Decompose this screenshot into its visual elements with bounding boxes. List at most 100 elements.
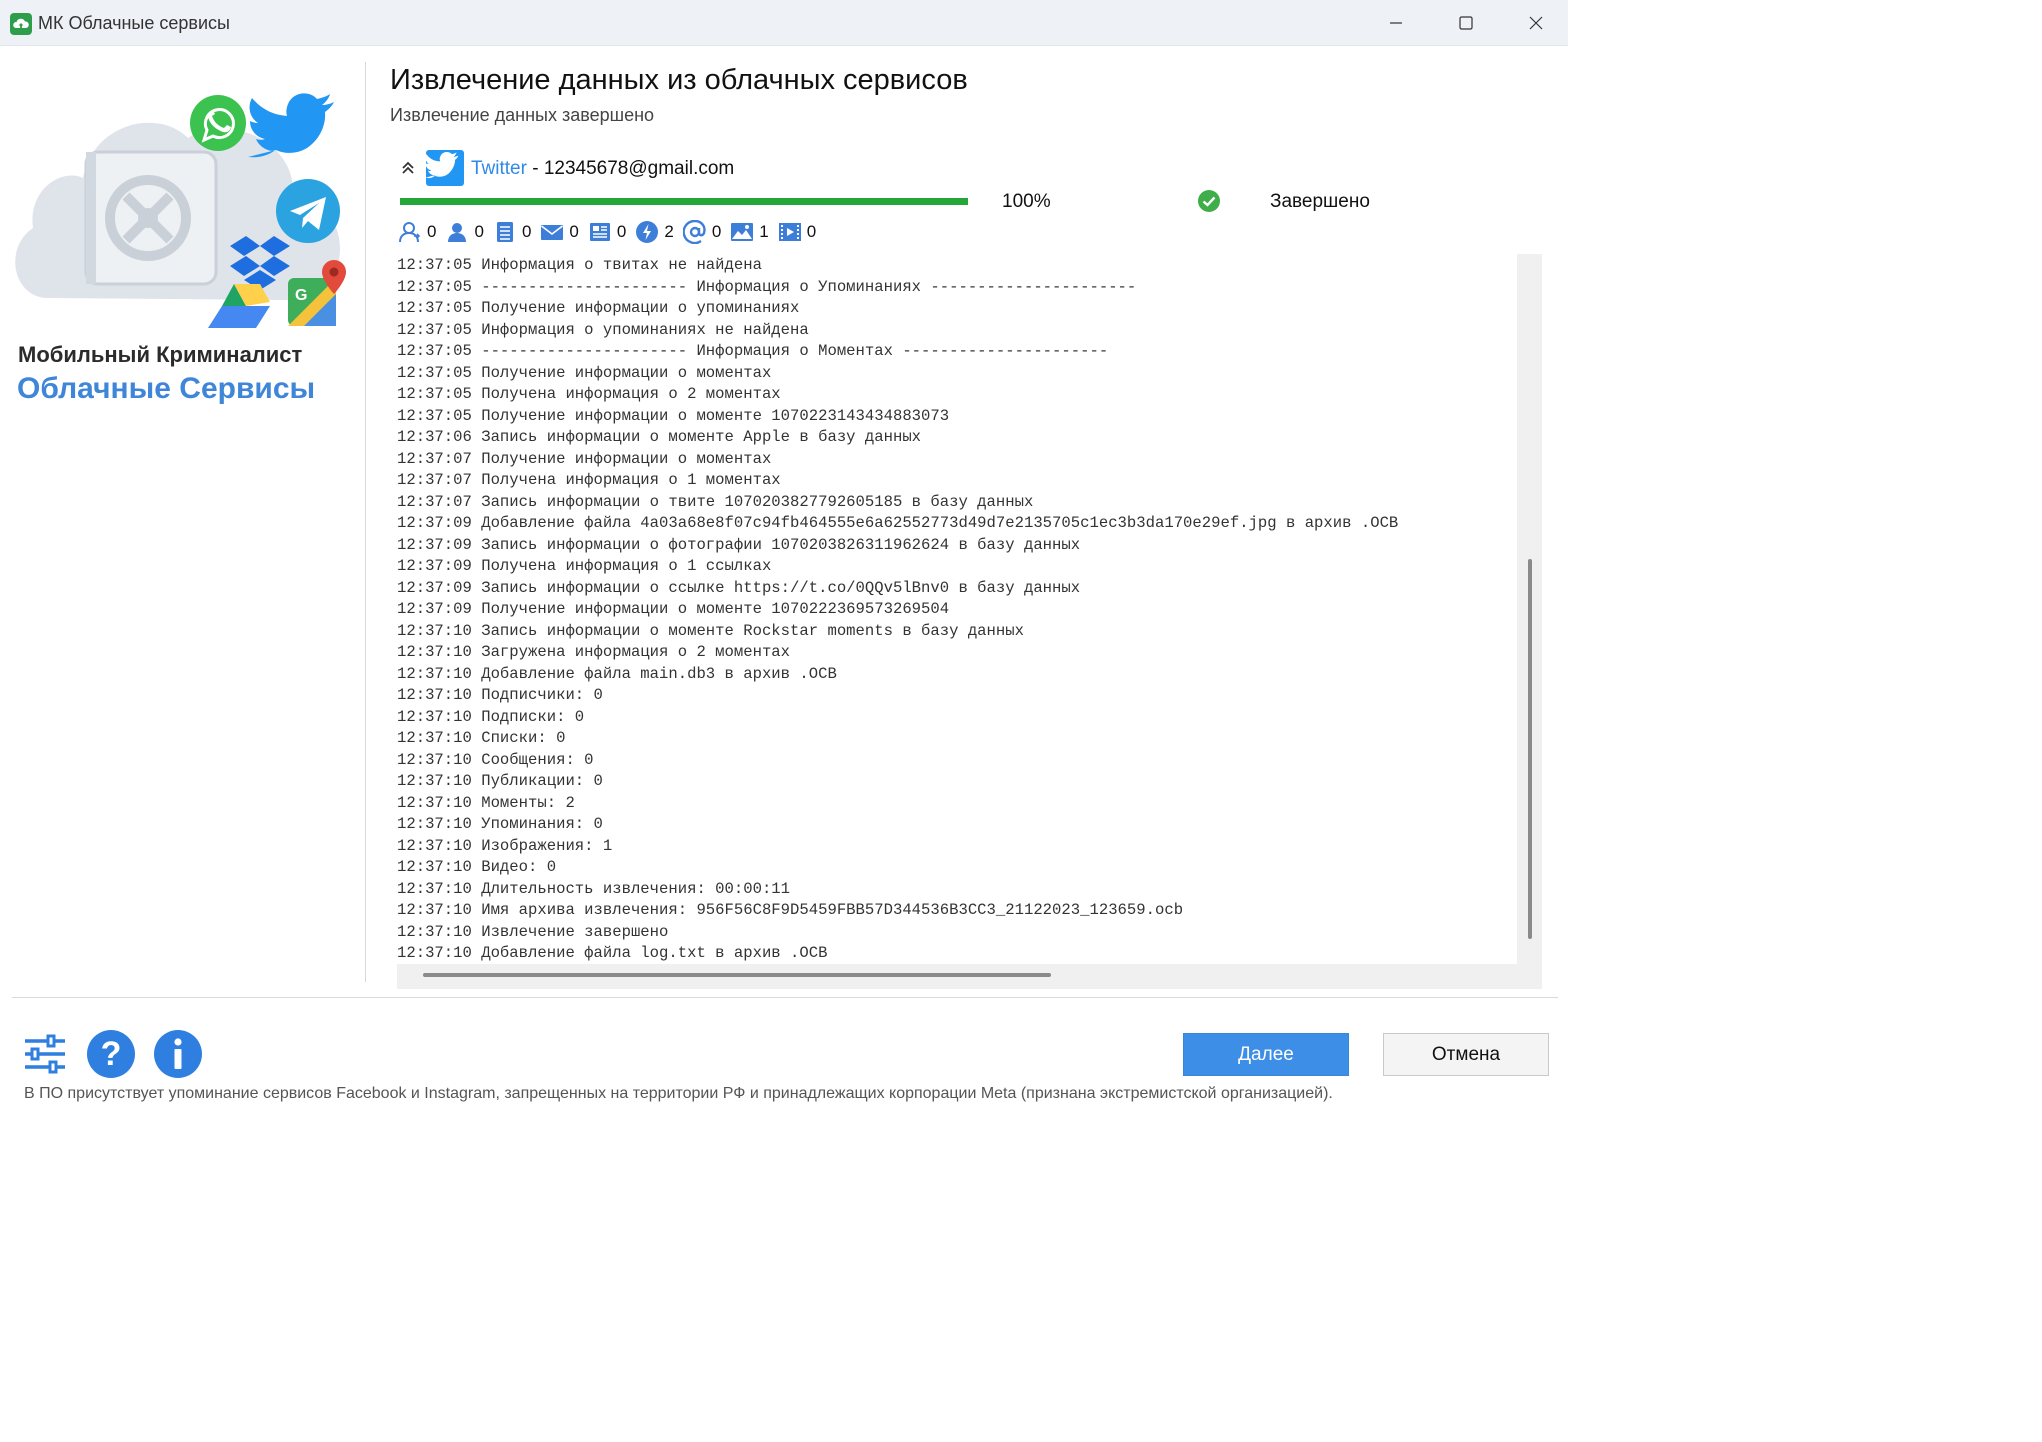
log-line: 12:37:05 Информация о упоминаниях не най… [397, 320, 809, 339]
video-icon [778, 223, 801, 241]
branding-panel: G Мобильный Криминалист Облачные Сервисы [0, 46, 366, 980]
log-line: 12:37:10 Упоминания: 0 [397, 815, 603, 833]
counter-mentions: 0 [682, 220, 722, 244]
app-cloud-icon [10, 13, 32, 35]
counter-followers: 0 [398, 220, 436, 244]
log-line: 12:37:05 ---------------------- Информац… [397, 277, 1137, 296]
whatsapp-icon [190, 95, 246, 151]
log-line: 12:37:06 Запись информации о моменте App… [397, 428, 922, 446]
log-line: 12:37:05 Получение информации о упоминан… [397, 299, 800, 317]
log-line: 12:37:10 Публикации: 0 [397, 772, 603, 790]
log-line: 12:37:05 Получение информации о моментах [397, 363, 772, 382]
close-button[interactable] [1514, 8, 1558, 38]
followers-icon [399, 222, 421, 243]
log-line: 12:37:05 ---------------------- Информац… [397, 342, 1109, 360]
horizontal-scrollbar[interactable] [423, 973, 1051, 977]
log-panel[interactable]: 12:37:05 Информация о твитах не найдена 1… [397, 254, 1542, 989]
log-line: 12:37:09 Добавление файла 4a03a68e8f07c9… [397, 514, 1399, 532]
svg-text:?: ? [101, 1035, 122, 1073]
moments-icon [636, 221, 659, 243]
svg-text:G: G [295, 287, 307, 304]
progress-bar-fill [400, 198, 968, 205]
counter-value: 1 [759, 222, 769, 241]
brand-name: Мобильный Криминалист [18, 342, 303, 367]
minimize-icon [1390, 22, 1402, 24]
disclaimer-text: В ПО присутствует упоминание сервисов Fa… [24, 1085, 1333, 1102]
publications-icon [589, 223, 610, 241]
page-title: Извлечение данных из облачных сервисов [390, 64, 968, 96]
check-circle-icon [1198, 190, 1220, 212]
page-subtitle: Извлечение данных завершено [390, 105, 655, 125]
log-line: 12:37:10 Видео: 0 [397, 858, 557, 876]
help-icon[interactable]: ? [86, 1029, 136, 1079]
cancel-button[interactable]: Отмена [1383, 1033, 1549, 1076]
log-lines: 12:37:05 Информация о твитах не найдена 1… [397, 255, 1398, 964]
log-line: 12:37:07 Запись информации о твите 10702… [397, 492, 1034, 511]
log-line: 12:37:05 Получение информации о моменте … [397, 406, 950, 425]
log-line: 12:37:07 Получена информация о 1 момента… [397, 471, 781, 489]
log-viewport[interactable]: 12:37:05 Информация о твитах не найдена 1… [397, 254, 1517, 964]
service-name-link[interactable]: Twitter [471, 158, 527, 179]
counter-value: 0 [569, 222, 579, 241]
counter-following: 0 [445, 220, 484, 244]
counters-row: 0 0 0 0 0 2 0 1 0 [398, 219, 825, 245]
log-line: 12:37:10 Загружена информация о 2 момент… [397, 643, 791, 661]
counter-lists: 0 [493, 220, 531, 244]
window-title: МК Облачные сервисы [38, 13, 230, 33]
status-text: Завершено [1270, 191, 1370, 212]
log-line: 12:37:07 Получение информации о моментах [397, 449, 772, 468]
next-button[interactable]: Далее [1183, 1033, 1349, 1076]
counter-value: 2 [664, 222, 674, 241]
log-line: 12:37:09 Запись информации о фотографии … [397, 535, 1081, 554]
progress-bar [400, 198, 968, 205]
counter-publications: 0 [588, 220, 626, 244]
log-line: 12:37:10 Списки: 0 [397, 729, 566, 747]
service-line: Twitter - 12345678@gmail.com [471, 158, 734, 180]
log-line: 12:37:05 Информация о твитах не найдена [397, 256, 762, 274]
mentions-icon [682, 220, 706, 244]
brand-product: Облачные Сервисы [17, 372, 316, 405]
log-line: 12:37:10 Добавление файла main.db3 в арх… [397, 664, 837, 683]
service-separator: - [526, 158, 544, 179]
maximize-button[interactable] [1444, 8, 1488, 38]
progress-percent: 100% [1002, 191, 1051, 212]
log-line: 12:37:10 Подписчики: 0 [397, 686, 603, 704]
counter-value: 0 [616, 222, 627, 241]
log-line: 12:37:10 Запись информации о моменте Roc… [397, 621, 1024, 640]
log-line: 12:37:10 Длительность извлечения: 00:00:… [397, 879, 791, 898]
log-line: 12:37:10 Имя архива извлечения: 956F56C8… [397, 901, 1184, 919]
collapse-chevron-icon[interactable] [398, 158, 418, 178]
maximize-icon [1459, 16, 1473, 30]
twitter-service-icon [426, 150, 464, 186]
counter-value: 0 [427, 222, 437, 241]
counter-value: 0 [806, 222, 817, 241]
log-line: 12:37:10 Сообщения: 0 [397, 750, 594, 769]
counter-moments: 2 [635, 220, 674, 244]
log-line: 12:37:09 Запись информации о ссылке http… [397, 578, 1081, 597]
counter-images: 1 [730, 220, 769, 244]
messages-icon [541, 225, 564, 240]
images-icon [731, 223, 754, 241]
settings-sliders-icon[interactable] [20, 1029, 70, 1079]
log-line: 12:37:10 Моменты: 2 [397, 793, 575, 812]
counter-value: 0 [711, 222, 722, 241]
cloud-services-illustration: G [15, 93, 346, 328]
vertical-scrollbar[interactable] [1528, 559, 1532, 939]
minimize-button[interactable] [1374, 8, 1418, 38]
title-bar: МК Облачные сервисы [0, 0, 1568, 46]
info-icon[interactable] [153, 1029, 203, 1079]
counter-messages: 0 [540, 220, 579, 244]
log-line: 12:37:10 Подписки: 0 [397, 707, 585, 726]
following-icon [448, 223, 467, 242]
log-line: 12:37:10 Извлечение завершено [397, 922, 669, 941]
close-icon [1529, 16, 1543, 30]
log-line: 12:37:09 Получение информации о моменте … [397, 600, 950, 618]
service-account: 12345678@gmail.com [543, 158, 735, 179]
counter-video: 0 [778, 220, 816, 244]
telegram-icon [276, 179, 340, 243]
footer-divider [12, 997, 1558, 998]
safe-icon [84, 150, 218, 286]
log-line: 12:37:05 Получена информация о 2 момента… [397, 385, 781, 403]
log-line: 12:37:10 Добавление файла log.txt в архи… [397, 944, 828, 962]
vertical-divider [365, 62, 366, 982]
